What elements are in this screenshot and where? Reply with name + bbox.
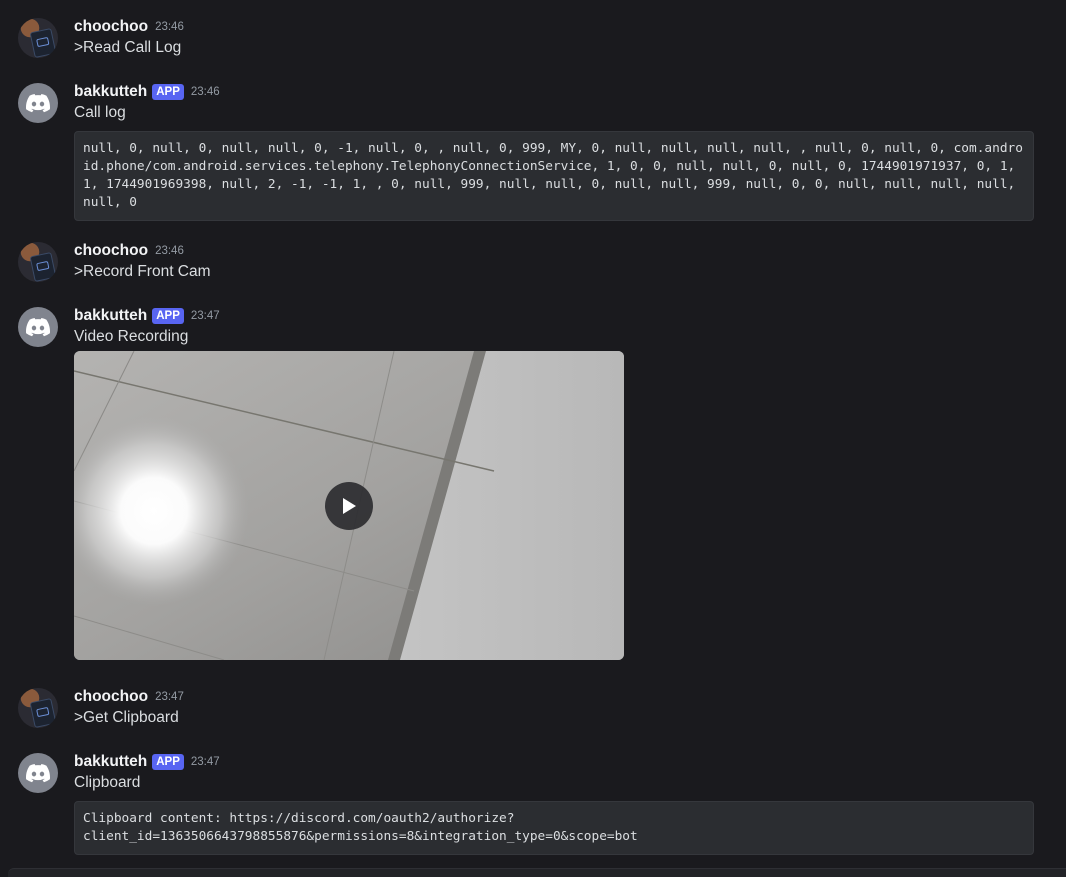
user-avatar[interactable] [18,242,58,282]
message-text: >Get Clipboard [74,709,179,726]
app-badge: APP [152,754,184,770]
timestamp[interactable]: 23:46 [155,21,184,33]
message-text: >Record Front Cam [74,263,211,280]
message-header: bakkutteh APP 23:47 [74,752,220,772]
user-avatar[interactable] [18,18,58,58]
code-block[interactable]: null, 0, null, 0, null, null, 0, -1, nul… [74,131,1034,221]
play-button[interactable] [325,482,373,530]
code-block[interactable]: Clipboard content: https://discord.com/o… [74,801,1034,855]
message-text: Clipboard [74,774,141,791]
timestamp[interactable]: 23:46 [155,245,184,257]
author-name[interactable]: bakkutteh [74,307,147,325]
app-badge: APP [152,84,184,100]
message-header: bakkutteh APP 23:46 [74,82,220,102]
message-header: choochoo 23:46 [74,241,184,261]
timestamp[interactable]: 23:47 [191,310,220,322]
timestamp[interactable]: 23:46 [191,86,220,98]
user-avatar[interactable] [18,688,58,728]
author-name[interactable]: bakkutteh [74,83,147,101]
timestamp[interactable]: 23:47 [191,756,220,768]
discord-logo-icon [26,763,50,782]
author-name[interactable]: bakkutteh [74,753,147,771]
message-header: bakkutteh APP 23:47 [74,306,220,326]
bot-avatar[interactable] [18,753,58,793]
author-name[interactable]: choochoo [74,688,148,706]
discord-logo-icon [26,93,50,112]
video-attachment[interactable] [74,351,624,660]
message-header: choochoo 23:47 [74,687,184,707]
discord-logo-icon [26,317,50,336]
play-icon [343,498,356,514]
message-text: Video Recording [74,328,189,345]
author-name[interactable]: choochoo [74,242,148,260]
app-badge: APP [152,308,184,324]
message-text: Call log [74,104,126,121]
author-name[interactable]: choochoo [74,18,148,36]
bot-avatar[interactable] [18,83,58,123]
timestamp[interactable]: 23:47 [155,691,184,703]
message-text: >Read Call Log [74,39,182,56]
message-header: choochoo 23:46 [74,17,184,37]
bot-avatar[interactable] [18,307,58,347]
